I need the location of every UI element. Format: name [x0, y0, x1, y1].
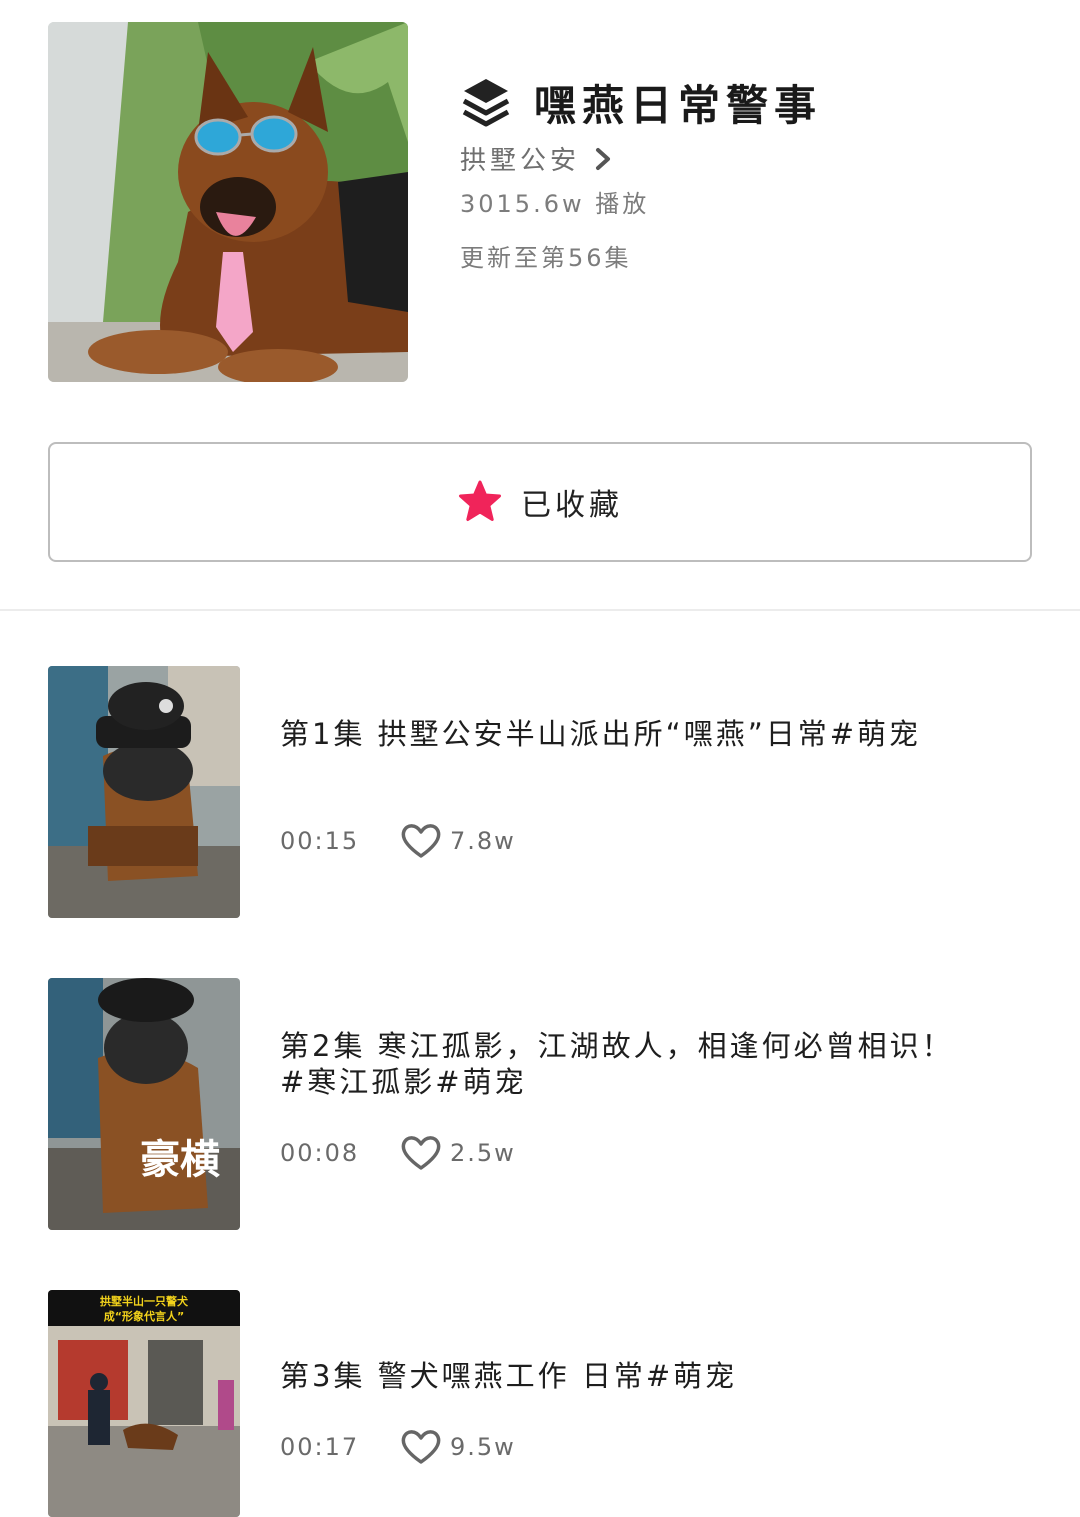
layers-icon	[462, 78, 510, 126]
favorite-label: 已收藏	[521, 488, 623, 523]
favorite-button[interactable]: 已收藏	[48, 442, 1032, 562]
episode-2-thumbnail-image: 豪横	[48, 978, 240, 1230]
episode-meta: 00:17 9.5w	[280, 1428, 516, 1466]
heart-icon[interactable]	[400, 1428, 442, 1466]
episode-title: 第1集 拱墅公安半山派出所“嘿燕”日常#萌宠	[280, 717, 922, 751]
episode-title: 第2集 寒江孤影，江湖故人，相逢何必曾相识！#寒江孤影#萌宠	[280, 1029, 954, 1099]
episode-item-2[interactable]: 豪横 第2集 寒江孤影，江湖故人，相逢何必曾相识！#寒江孤影#萌宠 00:08 …	[48, 978, 1032, 1230]
thumbnail-caption-line-2: 成“形象代言人”	[104, 1309, 184, 1323]
episode-3-thumbnail-image: 拱墅半山一只警犬 成“形象代言人”	[48, 1290, 240, 1517]
episode-thumbnail: 拱墅半山一只警犬 成“形象代言人”	[48, 1290, 240, 1517]
series-title-row: 嘿燕日常警事	[460, 72, 822, 133]
author-link[interactable]: 拱墅公安	[460, 140, 612, 177]
series-cover-image	[48, 22, 408, 382]
episode-meta: 00:15 7.8w	[280, 822, 516, 860]
heart-icon[interactable]	[400, 1134, 442, 1172]
play-count: 3015.6w 播放	[460, 190, 650, 218]
chevron-right-icon	[596, 147, 611, 170]
episode-duration: 00:17	[280, 1433, 360, 1461]
episode-likes: 9.5w	[450, 1433, 516, 1461]
thumbnail-overlay-text: 豪横	[140, 1136, 220, 1183]
episode-duration: 00:15	[280, 827, 360, 855]
update-status: 更新至第56集	[460, 244, 632, 272]
thumbnail-caption-line-1: 拱墅半山一只警犬	[100, 1294, 189, 1308]
episode-thumbnail: 豪横	[48, 978, 240, 1230]
episode-duration: 00:08	[280, 1139, 360, 1167]
episode-meta: 00:08 2.5w	[280, 1134, 516, 1172]
episode-item-3[interactable]: 拱墅半山一只警犬 成“形象代言人” 第3集 警犬嘿燕工作 日常#萌宠 00:17…	[48, 1290, 1032, 1517]
series-title: 嘿燕日常警事	[534, 81, 823, 130]
dog-photo-illustration	[48, 22, 408, 382]
heart-icon[interactable]	[400, 822, 442, 860]
episode-likes: 2.5w	[450, 1139, 516, 1167]
episode-title: 第3集 警犬嘿燕工作 日常#萌宠	[280, 1359, 738, 1393]
episode-likes: 7.8w	[450, 827, 516, 855]
author-name: 拱墅公安	[460, 146, 581, 176]
star-icon	[459, 480, 501, 521]
episode-item-1[interactable]: 第1集 拱墅公安半山派出所“嘿燕”日常#萌宠 00:15 7.8w	[48, 666, 1032, 918]
episode-1-thumbnail-image	[48, 666, 240, 918]
section-divider	[0, 609, 1080, 611]
episode-thumbnail	[48, 666, 240, 918]
